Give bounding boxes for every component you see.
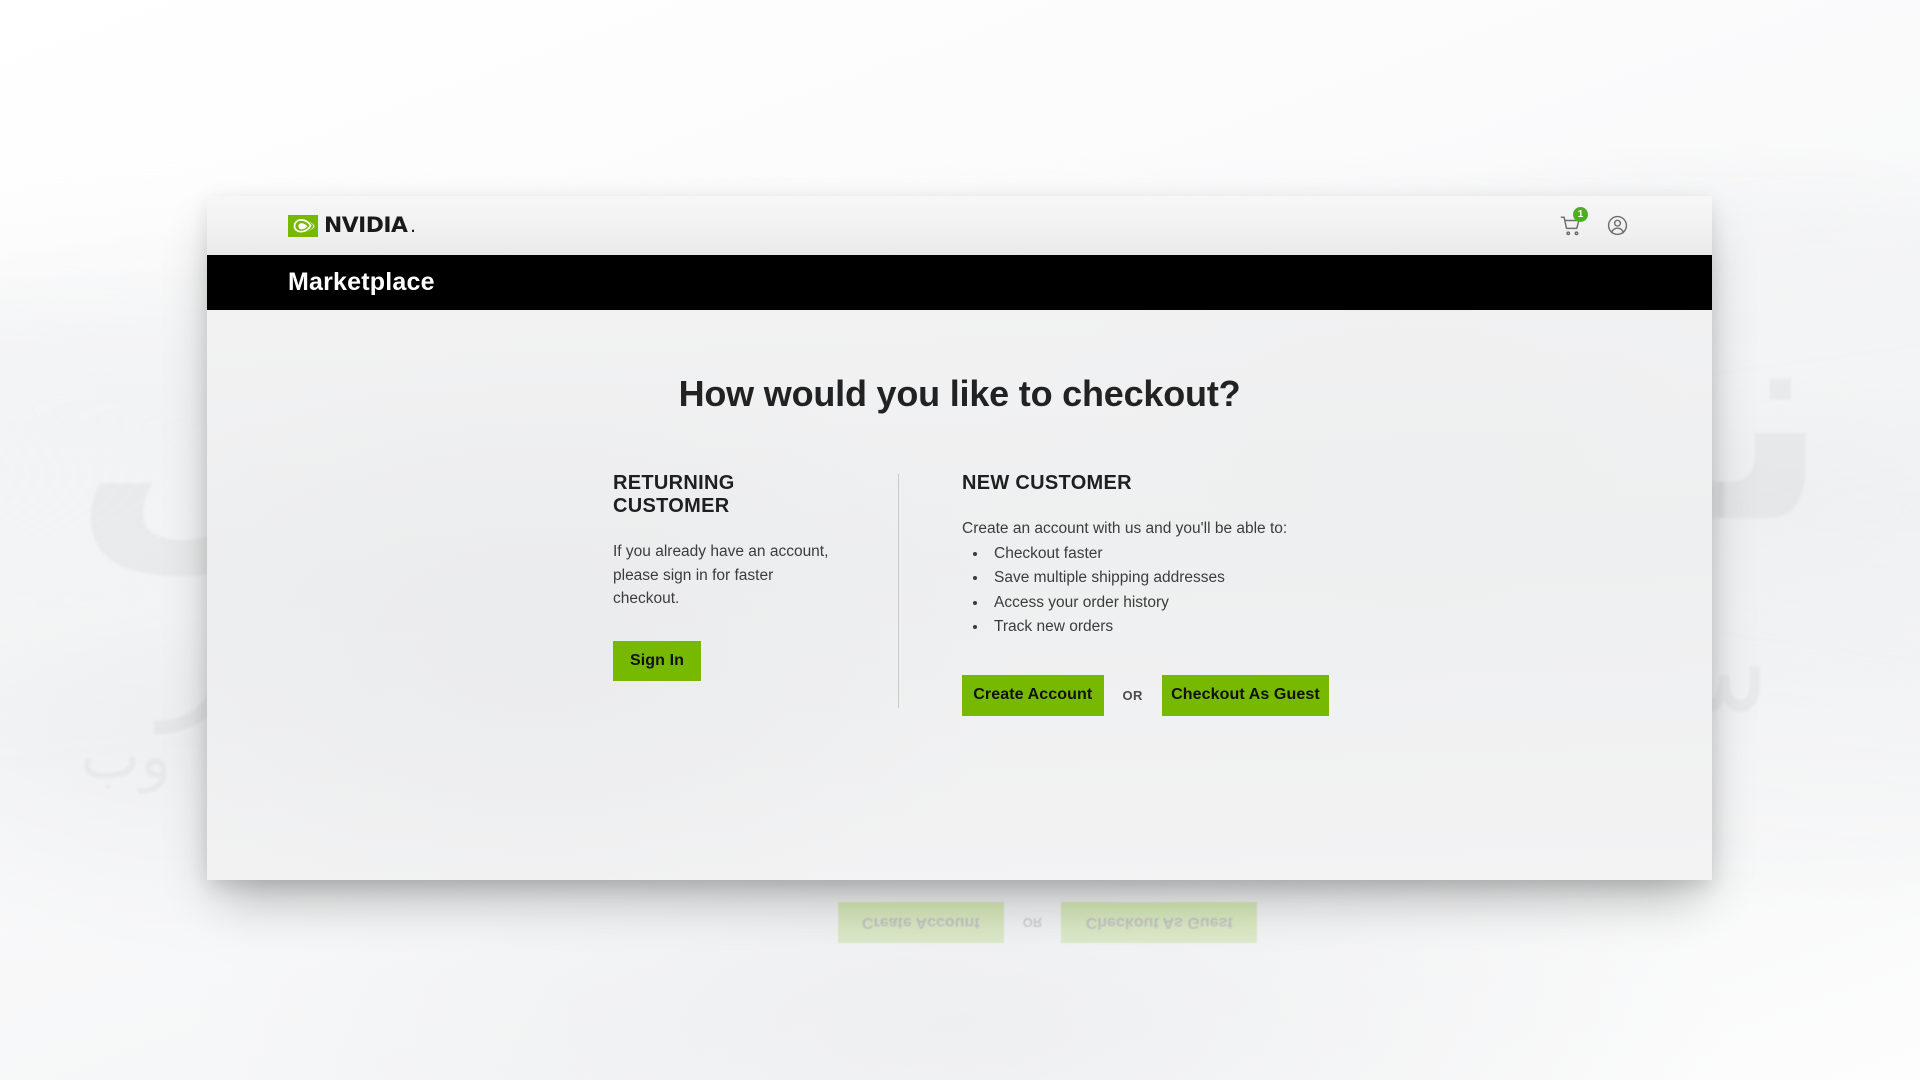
- marketplace-title: Marketplace: [288, 268, 435, 296]
- new-customer-title: NEW CUSTOMER: [962, 472, 1132, 494]
- list-item: Access your order history: [988, 591, 1329, 615]
- list-item: Save multiple shipping addresses: [988, 566, 1329, 590]
- nvidia-logo[interactable]: NVIDIA .: [288, 213, 416, 237]
- new-customer-column: NEW CUSTOMER Create an account with us a…: [899, 472, 1329, 716]
- new-customer-actions: Create Account OR Checkout As Guest: [962, 674, 1329, 716]
- nvidia-logo-dot: .: [410, 213, 416, 237]
- user-account-icon[interactable]: [1604, 213, 1630, 239]
- header-icon-group: 1: [1558, 206, 1630, 239]
- nvidia-eye-icon: [288, 214, 318, 237]
- checkout-as-guest-button[interactable]: Checkout As Guest: [1161, 674, 1329, 716]
- marketplace-bar: Marketplace: [207, 255, 1712, 310]
- list-item: Track new orders: [988, 615, 1329, 639]
- cart-badge-count: 1: [1573, 206, 1588, 222]
- new-customer-description: Create an account with us and you'll be …: [962, 520, 1288, 537]
- browser-page-card: NVIDIA . 1 Marketplace How would you lik…: [207, 196, 1712, 880]
- site-header: NVIDIA . 1: [207, 196, 1712, 255]
- checkout-options-columns: RETURNING CUSTOMER If you already have a…: [207, 472, 1712, 716]
- checkout-content: How would you like to checkout? RETURNIN…: [207, 310, 1712, 880]
- nvidia-wordmark: NVIDIA: [324, 213, 408, 237]
- create-account-button[interactable]: Create Account: [962, 674, 1104, 716]
- returning-customer-description: If you already have an account, please s…: [613, 543, 829, 608]
- returning-customer-title: RETURNING CUSTOMER: [613, 472, 735, 517]
- or-separator-label: OR: [1122, 687, 1143, 703]
- benefits-list: Checkout faster Save multiple shipping a…: [988, 542, 1329, 640]
- sign-in-button[interactable]: Sign In: [613, 641, 701, 682]
- page-title: How would you like to checkout?: [678, 373, 1241, 414]
- list-item: Checkout faster: [988, 542, 1329, 566]
- returning-customer-column: RETURNING CUSTOMER If you already have a…: [613, 472, 898, 716]
- shopping-cart-icon[interactable]: 1: [1558, 206, 1588, 239]
